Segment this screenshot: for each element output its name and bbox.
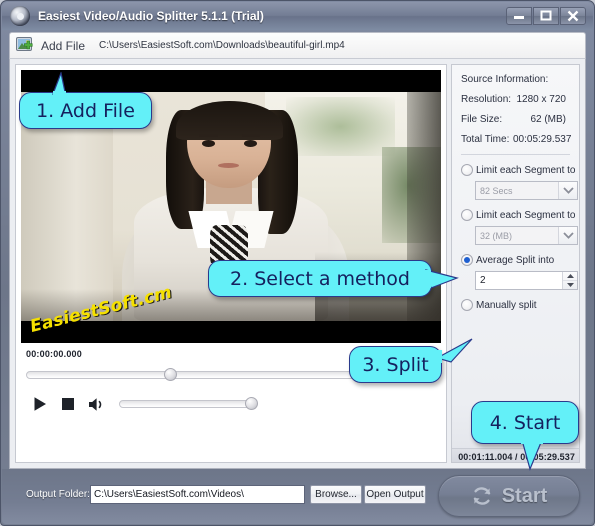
- speaker-icon[interactable]: [88, 397, 106, 412]
- radio-manually-split[interactable]: [461, 299, 473, 311]
- letterbox-top: [21, 70, 441, 92]
- application-window: Easiest Video/Audio Splitter 5.1.1 (Tria…: [0, 0, 595, 526]
- option-row[interactable]: Average Split into: [461, 254, 570, 266]
- callout-text: 3. Split: [362, 353, 429, 376]
- option-label[interactable]: Limit each Segment to: [476, 210, 576, 221]
- option-average-split: Average Split into 2: [461, 254, 578, 290]
- maximize-button[interactable]: [533, 7, 559, 25]
- spinner-buttons: [562, 272, 577, 289]
- chevron-down-icon[interactable]: [558, 227, 577, 244]
- info-row-resolution: Resolution: 1280 x 720: [461, 94, 570, 105]
- combo-value: 82 Secs: [480, 185, 513, 196]
- output-folder-label: Output Folder:: [26, 489, 90, 500]
- close-button[interactable]: [560, 7, 586, 25]
- callout-text: 2. Select a method: [230, 267, 410, 290]
- open-output-button[interactable]: Open Output: [364, 485, 426, 504]
- seek-handle[interactable]: [163, 368, 177, 381]
- file-size-value: 62 (MB): [530, 114, 566, 125]
- combo-limit-megabytes[interactable]: 32 (MB): [475, 226, 578, 245]
- resolution-label: Resolution:: [461, 94, 512, 105]
- option-label[interactable]: Limit each Segment to: [476, 165, 576, 176]
- close-icon: [567, 10, 579, 22]
- video-figure-brow-left: [198, 134, 218, 138]
- browse-button[interactable]: Browse...: [310, 485, 362, 504]
- spinner-down-icon[interactable]: [563, 281, 577, 289]
- volume-slider[interactable]: [119, 397, 258, 410]
- source-information-box: Source Information: Resolution: 1280 x 7…: [461, 74, 571, 145]
- maximize-icon: [540, 10, 552, 21]
- option-row[interactable]: Limit each Segment to: [461, 209, 576, 221]
- add-file-label[interactable]: Add File: [41, 39, 85, 53]
- radio-limit-segment-megabytes[interactable]: [461, 209, 473, 221]
- callout-tail-down: [521, 439, 543, 471]
- combo-limit-seconds[interactable]: 82 Secs: [475, 181, 578, 200]
- spinner-value[interactable]: 2: [476, 275, 562, 286]
- start-button-label: Start: [501, 484, 548, 507]
- duration-readout: 00:01:11.004 / 00:05:29.537: [458, 452, 575, 462]
- spinner-average-split-count[interactable]: 2: [475, 271, 578, 290]
- radio-average-split[interactable]: [461, 254, 473, 266]
- option-limit-segment-megabytes: Limit each Segment to 32 (MB): [461, 209, 578, 245]
- toolbar: Add File C:\Users\EasiestSoft.com\Downlo…: [9, 32, 586, 58]
- callout-select-method: 2. Select a method: [208, 260, 459, 297]
- start-button[interactable]: Start: [438, 475, 580, 517]
- settings-divider: [461, 154, 570, 155]
- video-bg-foliage: [285, 96, 395, 157]
- source-information-title: Source Information:: [461, 74, 549, 85]
- film-reel-icon: [10, 6, 30, 26]
- combo-value: 32 (MB): [480, 230, 513, 241]
- output-folder-input[interactable]: C:\Users\EasiestSoft.com\Videos\: [90, 485, 305, 504]
- option-label[interactable]: Average Split into: [476, 255, 554, 266]
- letterbox-bottom: [21, 321, 441, 343]
- callout-split: 3. Split: [349, 338, 473, 383]
- window-title: Easiest Video/Audio Splitter 5.1.1 (Tria…: [38, 9, 264, 23]
- option-row[interactable]: Manually split: [461, 299, 570, 311]
- callout-add-file: 1. Add File: [19, 72, 152, 129]
- minimize-icon: [514, 16, 524, 19]
- callout-tail-upright: [435, 338, 473, 363]
- add-image-plus-icon[interactable]: [16, 36, 36, 55]
- file-size-label: File Size:: [461, 114, 503, 125]
- bottom-bar: Output Folder: C:\Users\EasiestSoft.com\…: [2, 469, 593, 524]
- volume-handle[interactable]: [245, 397, 258, 410]
- total-time-label: Total Time:: [461, 134, 510, 145]
- callout-text: 4. Start: [489, 411, 561, 434]
- resolution-value: 1280 x 720: [516, 94, 567, 105]
- radio-limit-segment-seconds[interactable]: [461, 164, 473, 176]
- option-limit-segment-seconds: Limit each Segment to 82 Secs: [461, 164, 578, 200]
- option-label[interactable]: Manually split: [476, 300, 537, 311]
- refresh-circular-arrows-icon: [473, 487, 490, 505]
- total-time-value: 00:05:29.537: [513, 134, 572, 145]
- stop-icon[interactable]: [61, 397, 75, 411]
- callout-text: 1. Add File: [36, 99, 135, 122]
- current-time-label: 00:00:00.000: [26, 349, 82, 359]
- option-row[interactable]: Limit each Segment to: [461, 164, 576, 176]
- play-icon[interactable]: [32, 396, 48, 412]
- callout-tail-up: [52, 72, 66, 95]
- callout-tail-right: [425, 269, 459, 289]
- option-manually-split: Manually split: [461, 299, 570, 311]
- spinner-up-icon[interactable]: [563, 272, 577, 281]
- minimize-button[interactable]: [506, 7, 532, 25]
- transport-controls: [32, 396, 446, 412]
- info-row-file-size: File Size: 62 (MB): [461, 114, 570, 125]
- title-bar: Easiest Video/Audio Splitter 5.1.1 (Tria…: [2, 2, 593, 30]
- source-file-path: C:\Users\EasiestSoft.com\Downloads\beaut…: [99, 40, 345, 51]
- chevron-down-icon[interactable]: [558, 182, 577, 199]
- callout-start: 4. Start: [471, 401, 579, 471]
- window-controls: [506, 7, 586, 25]
- video-figure-brow-right: [241, 134, 261, 138]
- info-row-total-time: Total Time: 00:05:29.537: [461, 134, 571, 145]
